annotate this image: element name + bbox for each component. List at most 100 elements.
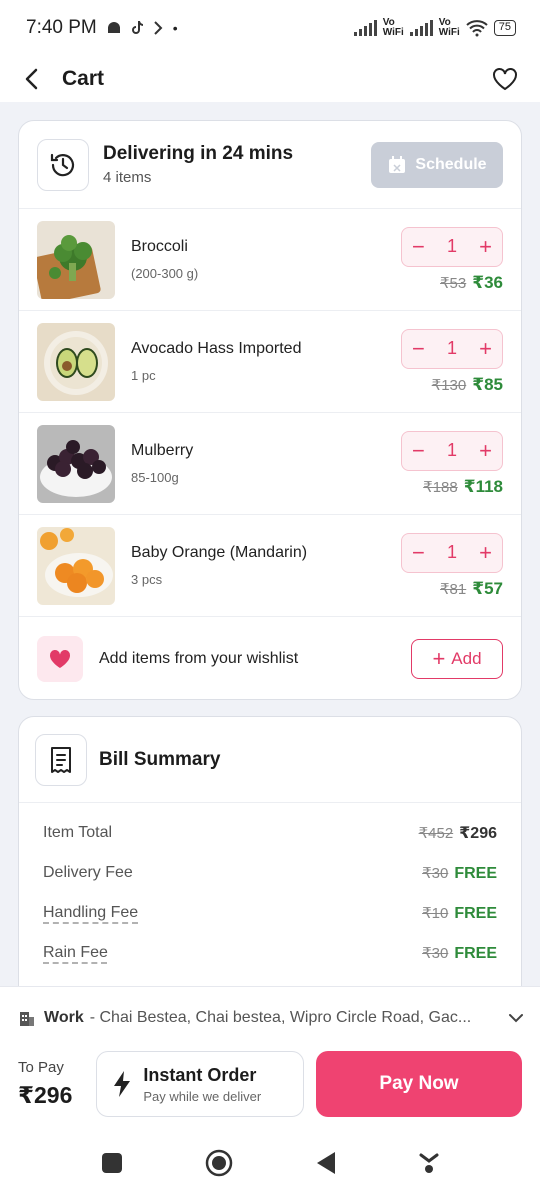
item-quantity: 3 pcs: [131, 572, 163, 587]
quantity-value: 1: [446, 542, 457, 562]
bill-rows: Item Total ₹452 ₹296 Delivery Fee ₹30 FREE…: [19, 803, 521, 973]
mrp-price: ₹53: [440, 274, 467, 292]
quantity-stepper: − 1 +: [401, 226, 503, 267]
calendar-icon: [389, 155, 406, 173]
bill-value: ₹296: [459, 825, 497, 842]
bill-strike: ₹10: [422, 904, 449, 922]
add-wishlist-button[interactable]: + Add: [411, 639, 503, 679]
mrp-price: ₹81: [440, 580, 467, 598]
broccoli-image: [37, 220, 115, 299]
increment-button[interactable]: +: [479, 438, 492, 464]
avocado-image: [37, 322, 115, 401]
bill-label[interactable]: Handling Fee: [43, 904, 138, 922]
page-title: Cart: [62, 67, 105, 90]
status-time: 7:40 PM: [26, 17, 97, 38]
decrement-button[interactable]: −: [412, 336, 425, 362]
sale-price: ₹57: [472, 578, 503, 598]
bill-row-rain: Rain Fee ₹30 FREE: [43, 933, 497, 973]
bill-strike: ₹30: [422, 864, 449, 882]
to-pay-amount: ₹296: [18, 1082, 73, 1108]
back-icon[interactable]: [22, 68, 42, 90]
bill-header: Bill Summary: [19, 717, 521, 803]
bill-label[interactable]: Rain Fee: [43, 944, 108, 962]
clock-history-icon: [50, 153, 75, 176]
quantity-value: 1: [446, 236, 457, 256]
schedule-button[interactable]: Schedule: [371, 141, 503, 188]
increment-button[interactable]: +: [479, 336, 492, 362]
bill-row-handling: Handling Fee ₹10 FREE: [43, 893, 497, 933]
wifi-label-1: WiFi: [382, 27, 404, 38]
lightning-icon: [114, 1071, 131, 1097]
signal-icon-2: [409, 20, 433, 36]
building-icon: [20, 1012, 34, 1026]
home-icon[interactable]: [205, 1149, 233, 1177]
sale-price: ₹85: [472, 374, 503, 394]
cart-content[interactable]: Delivering in 24 mins 4 items Schedule B…: [0, 102, 540, 986]
quantity-stepper: − 1 +: [401, 532, 503, 573]
heart-icon[interactable]: [492, 67, 518, 91]
item-count: 4 items: [103, 169, 152, 186]
decrement-button[interactable]: −: [412, 540, 425, 566]
mrp-price: ₹188: [423, 478, 458, 496]
wishlist-text: Add items from your wishlist: [99, 650, 299, 667]
address-text: - Chai Bestea, Chai bestea, Wipro Circle…: [89, 1009, 472, 1026]
address-tag: Work: [44, 1009, 84, 1026]
cart-item: Mulberry 85-100g − 1 + ₹188 ₹118: [19, 413, 521, 515]
to-pay-block: To Pay ₹296: [18, 1059, 72, 1109]
item-name: Broccoli: [131, 238, 188, 255]
heart-filled-icon: [49, 649, 71, 668]
bill-strike: ₹30: [422, 944, 449, 962]
status-bar: 7:40 PM • Vo WiFi Vo WiFi 75: [0, 0, 540, 56]
receipt-icon: [51, 746, 71, 773]
instant-order-subtitle: Pay while we deliver: [143, 1088, 262, 1104]
bill-label: Item Total: [43, 824, 113, 841]
bill-value: FREE: [454, 944, 497, 962]
address-bar[interactable]: Work - Chai Bestea, Chai bestea, Wipro C…: [0, 987, 540, 1049]
vowifi-label-2: Vo WiFi: [439, 18, 460, 38]
item-name: Baby Orange (Mandarin): [131, 544, 308, 561]
delivery-header: Delivering in 24 mins 4 items Schedule: [19, 121, 521, 209]
checkout-footer: Work - Chai Bestea, Chai bestea, Wipro C…: [0, 986, 540, 1126]
chevron-down-icon[interactable]: [508, 1013, 524, 1023]
wishlist-row: Add items from your wishlist + Add: [19, 617, 521, 701]
instant-order-title: Instant Order: [143, 1064, 257, 1085]
decrement-button[interactable]: −: [412, 438, 425, 464]
add-label: Add: [451, 649, 482, 668]
quantity-stepper: − 1 +: [401, 430, 503, 471]
battery-icon: 75: [493, 20, 516, 36]
item-quantity: 1 pc: [131, 368, 156, 383]
mulberry-image: [37, 424, 115, 503]
bill-summary-card: Bill Summary Item Total ₹452 ₹296 Deliver…: [18, 716, 522, 986]
assistant-icon[interactable]: [419, 1152, 439, 1174]
bill-value: FREE: [454, 904, 497, 922]
bill-row-delivery: Delivery Fee ₹30 FREE: [43, 853, 497, 893]
bill-row-item-total: Item Total ₹452 ₹296: [43, 813, 497, 853]
app-icon: [154, 21, 163, 35]
decrement-button[interactable]: −: [412, 234, 425, 260]
cart-item: Avocado Hass Imported 1 pc − 1 + ₹130 ₹8…: [19, 311, 521, 413]
increment-button[interactable]: +: [479, 234, 492, 260]
pay-now-button[interactable]: Pay Now: [316, 1051, 522, 1117]
pay-row: To Pay ₹296 Instant Order Pay while we d…: [0, 1049, 540, 1119]
cart-item: Broccoli (200-300 g) − 1 + ₹53 ₹36: [19, 209, 521, 311]
notification-icon: [107, 22, 120, 33]
increment-button[interactable]: +: [479, 540, 492, 566]
plus-icon: +: [432, 646, 446, 671]
recents-icon[interactable]: [101, 1152, 123, 1174]
tiktok-icon: [131, 20, 143, 34]
delivery-title: Delivering in 24 mins: [103, 143, 294, 164]
bill-value: FREE: [454, 864, 497, 882]
back-nav-icon[interactable]: [315, 1151, 337, 1175]
item-quantity: 85-100g: [131, 470, 179, 485]
item-name: Mulberry: [131, 442, 194, 459]
cart-item: Baby Orange (Mandarin) 3 pcs − 1 + ₹81 ₹…: [19, 515, 521, 617]
wifi-icon: [466, 20, 488, 37]
instant-order-button[interactable]: Instant Order Pay while we deliver: [96, 1051, 305, 1117]
bill-icon-box: [35, 733, 87, 786]
item-name: Avocado Hass Imported: [131, 340, 302, 357]
signal-icon: [353, 20, 377, 36]
system-nav-bar: [0, 1126, 540, 1200]
delivery-icon-box: [37, 138, 89, 191]
orange-image: [37, 526, 115, 605]
page-header: Cart: [0, 56, 540, 102]
